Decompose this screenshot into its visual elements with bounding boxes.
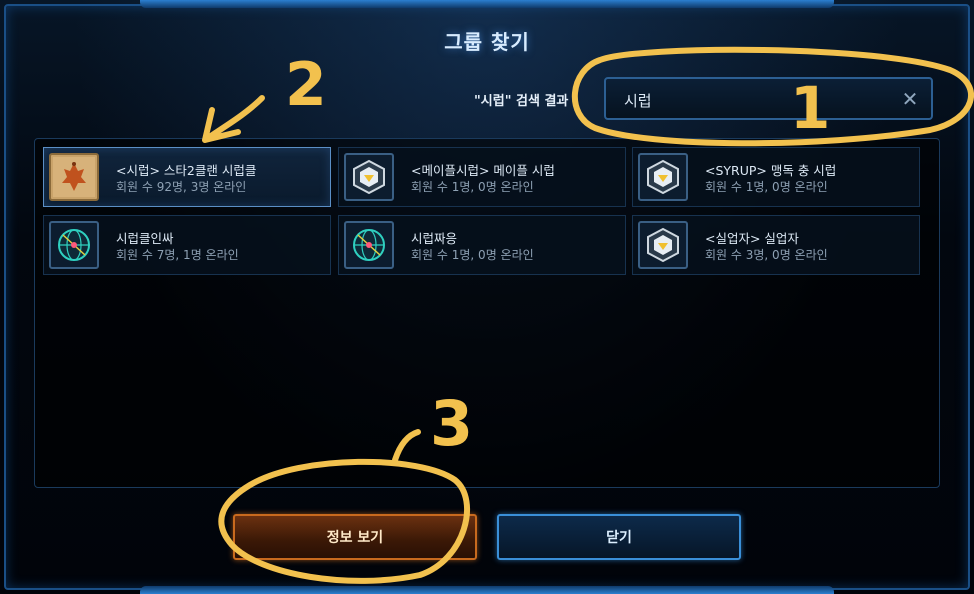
result-card[interactable]: <실업자> 실업자 회원 수 3명, 0명 온라인 xyxy=(632,215,920,275)
group-meta: 회원 수 1명, 0명 온라인 xyxy=(411,248,534,262)
group-meta: 회원 수 1명, 0명 온라인 xyxy=(705,180,828,194)
top-frame-accent xyxy=(140,0,834,8)
group-meta: 회원 수 92명, 3명 온라인 xyxy=(116,180,247,194)
group-name: 시럽짜응 xyxy=(411,231,458,246)
group-name: 시럽클인싸 xyxy=(116,231,174,246)
bottom-frame-accent xyxy=(140,586,834,594)
search-box: ✕ xyxy=(604,77,933,120)
search-input[interactable] xyxy=(622,89,896,111)
group-meta: 회원 수 3명, 0명 온라인 xyxy=(705,248,828,262)
view-info-button[interactable]: 정보 보기 xyxy=(233,514,477,560)
results-panel: <시럽> 스타2클랜 시럽클 회원 수 92명, 3명 온라인 <메이플시럽> … xyxy=(34,138,940,488)
clan-emblem-icon xyxy=(49,153,99,201)
clan-badge-icon xyxy=(638,221,688,269)
search-result-label: "시럽" 검색 결과 xyxy=(474,94,569,109)
result-card[interactable]: 시럽클인싸 회원 수 7명, 1명 온라인 xyxy=(43,215,331,275)
result-card[interactable]: <SYRUP> 맹독 충 시럽 회원 수 1명, 0명 온라인 xyxy=(632,147,920,207)
group-name: <시럽> 스타2클랜 시럽클 xyxy=(116,163,257,178)
result-card[interactable]: <메이플시럽> 메이플 시럽 회원 수 1명, 0명 온라인 xyxy=(338,147,626,207)
group-globe-icon xyxy=(49,221,99,269)
close-button[interactable]: 닫기 xyxy=(497,514,741,560)
clear-search-icon[interactable]: ✕ xyxy=(899,88,921,110)
clan-badge-icon xyxy=(344,153,394,201)
group-name: <실업자> 실업자 xyxy=(705,231,799,246)
result-card[interactable]: 시럽짜응 회원 수 1명, 0명 온라인 xyxy=(338,215,626,275)
group-meta: 회원 수 7명, 1명 온라인 xyxy=(116,248,239,262)
group-globe-icon xyxy=(344,221,394,269)
group-name: <메이플시럽> 메이플 시럽 xyxy=(411,163,555,178)
group-meta: 회원 수 1명, 0명 온라인 xyxy=(411,180,534,194)
group-name: <SYRUP> 맹독 충 시럽 xyxy=(705,163,837,178)
clan-badge-icon xyxy=(638,153,688,201)
dialog-title: 그룹 찾기 xyxy=(444,30,530,54)
result-card[interactable]: <시럽> 스타2클랜 시럽클 회원 수 92명, 3명 온라인 xyxy=(43,147,331,207)
